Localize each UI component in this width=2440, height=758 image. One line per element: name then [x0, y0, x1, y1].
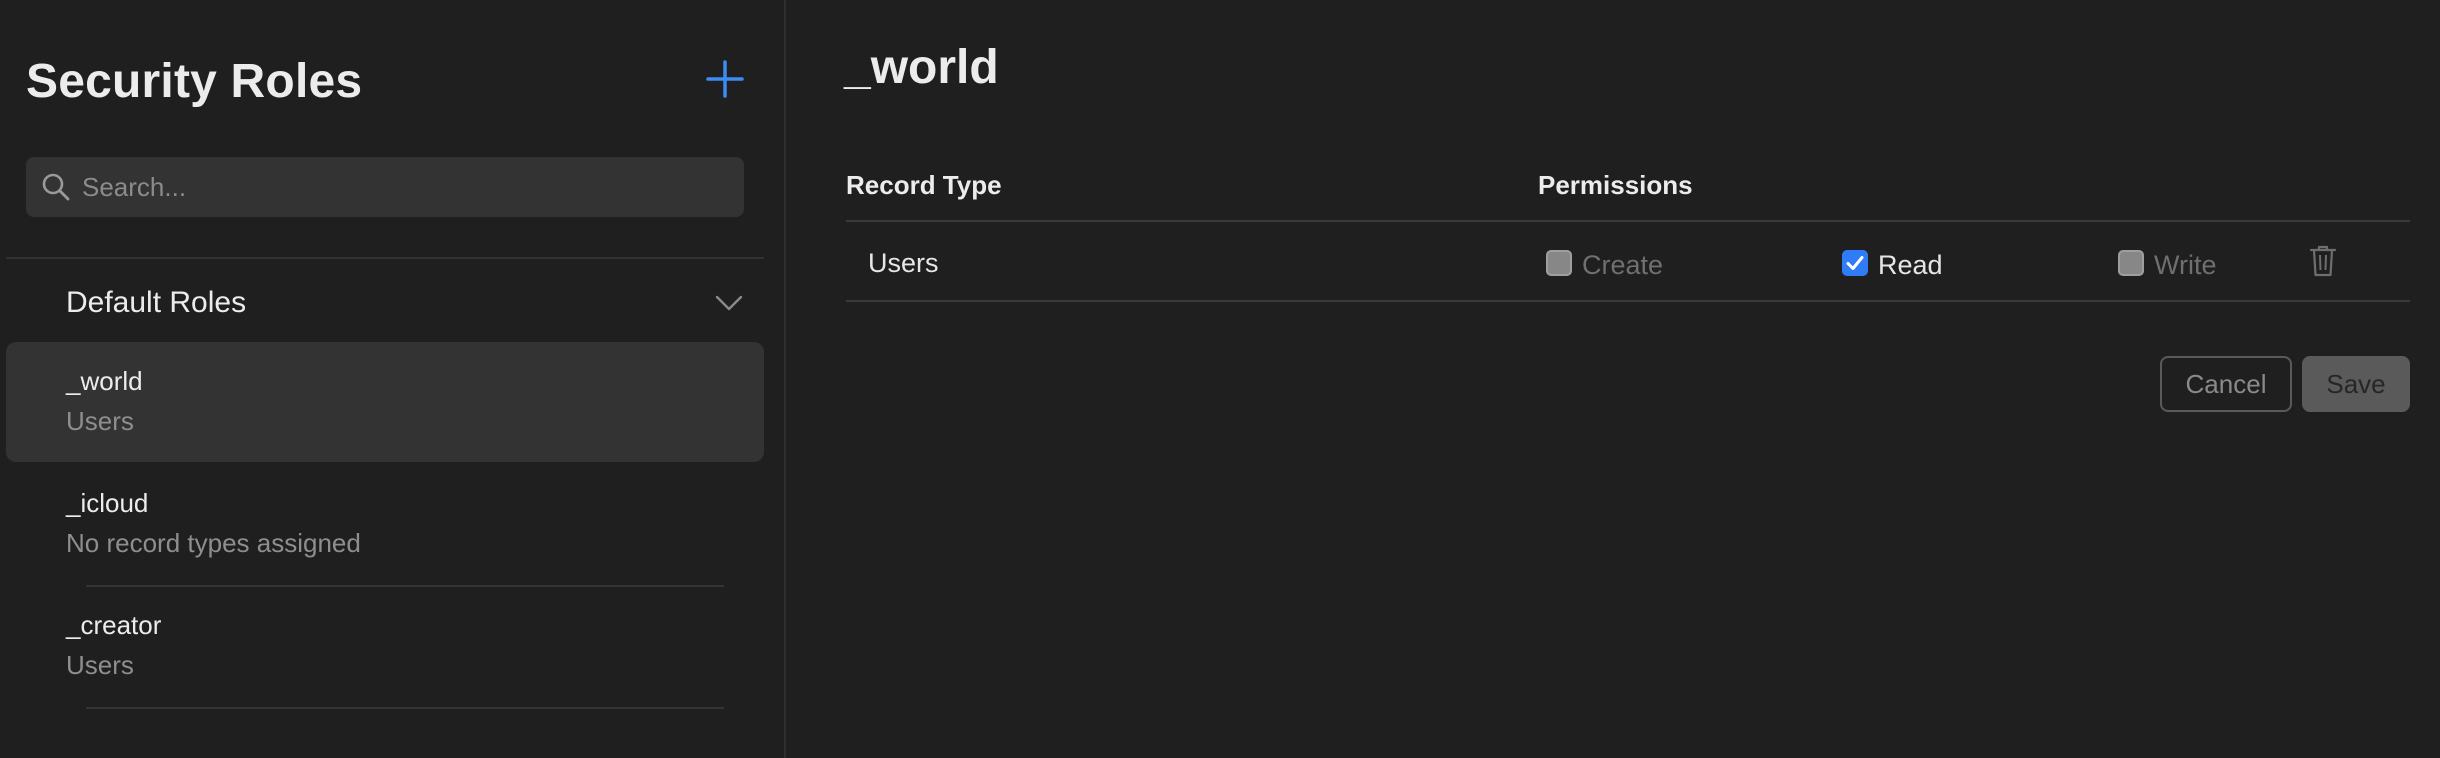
plus-icon [706, 60, 744, 98]
role-item-creator[interactable]: _creator Users [6, 586, 764, 706]
role-name: _creator [66, 610, 162, 640]
role-subtitle: Users [66, 650, 134, 680]
sidebar: Security Roles Default Roles [0, 0, 786, 758]
role-item-world[interactable]: _world Users [6, 342, 764, 462]
permission-label: Read [1878, 250, 1943, 280]
trash-icon[interactable] [2308, 244, 2338, 278]
column-header-permissions: Permissions [1538, 170, 1693, 200]
group-label: Default Roles [66, 286, 247, 319]
chevron-down-icon [714, 288, 744, 318]
sidebar-title: Security Roles [26, 55, 363, 108]
role-name: _icloud [66, 488, 149, 518]
read-checkbox[interactable] [1842, 250, 1868, 276]
create-checkbox[interactable] [1546, 250, 1572, 276]
permission-label: Write [2154, 250, 2217, 280]
role-subtitle: Users [66, 406, 134, 436]
role-name: _world [66, 366, 143, 396]
table-row: Users Create Read Write [846, 224, 2410, 302]
list-divider [86, 707, 724, 709]
default-roles-group-header[interactable]: Default Roles [6, 272, 764, 334]
table-header: Record Type Permissions [846, 150, 2410, 222]
search-icon [40, 171, 72, 203]
record-type-cell: Users [868, 248, 939, 278]
write-checkbox[interactable] [2118, 250, 2144, 276]
checkmark-icon [1846, 256, 1864, 270]
app-window: Security Roles Default Roles [0, 0, 2440, 758]
search-box [26, 157, 744, 217]
cancel-button[interactable]: Cancel [2160, 356, 2292, 412]
role-item-icloud[interactable]: _icloud No record types assigned [6, 464, 764, 584]
add-role-button[interactable] [702, 56, 748, 102]
role-subtitle: No record types assigned [66, 528, 361, 558]
permission-label: Create [1582, 250, 1664, 280]
column-header-record-type: Record Type [846, 170, 1002, 200]
search-input[interactable] [82, 157, 732, 217]
page-title: _world [844, 41, 999, 94]
sidebar-divider [6, 257, 764, 259]
save-button[interactable]: Save [2302, 356, 2410, 412]
main-panel: _world Record Type Permissions Users Cre… [788, 0, 2440, 758]
